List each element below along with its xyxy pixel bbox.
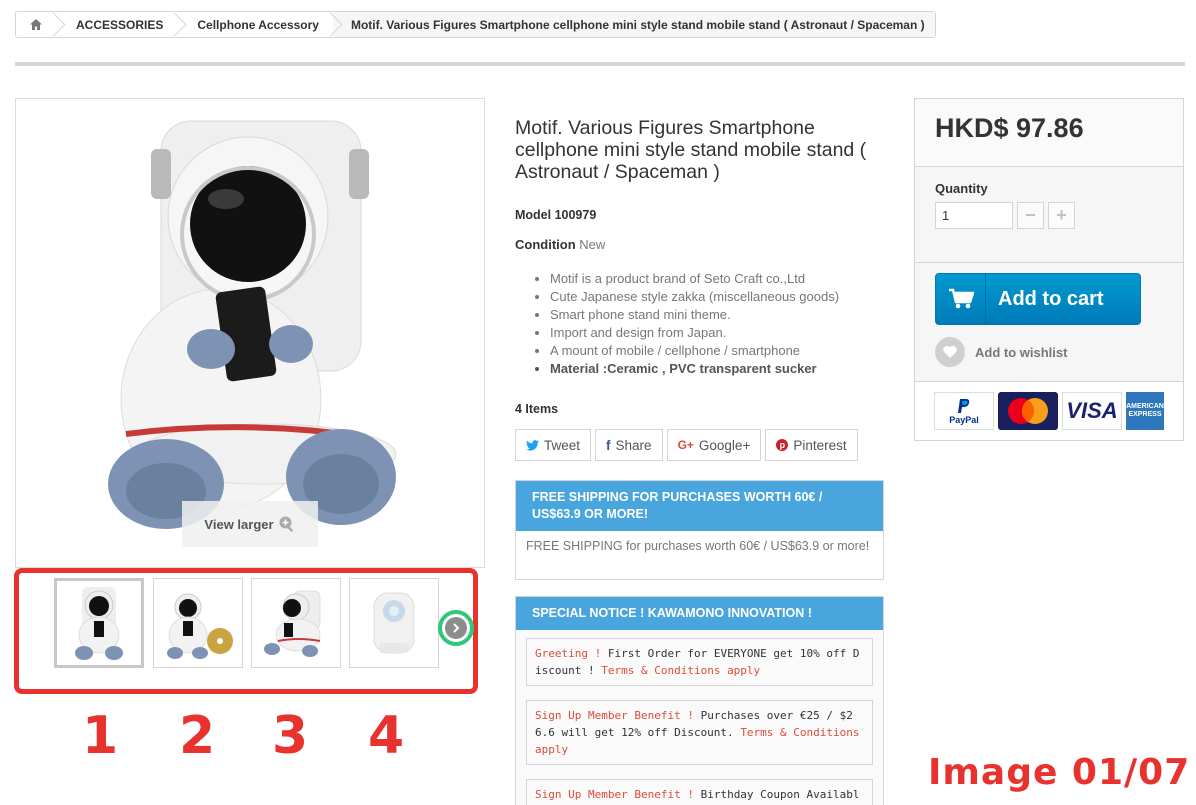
free-shipping-body: FREE SHIPPING for purchases worth 60€ / … bbox=[526, 539, 870, 553]
breadcrumb-accessories[interactable]: ACCESSORIES bbox=[56, 12, 178, 37]
thumbnail-number: 2 bbox=[179, 706, 216, 766]
quantity-stepper: − + bbox=[935, 202, 1163, 229]
google-plus-label: Google+ bbox=[698, 437, 751, 453]
wishlist-label: Add to wishlist bbox=[975, 344, 1068, 360]
visa-logo: VISA bbox=[1062, 392, 1122, 430]
condition-label: Condition bbox=[515, 237, 576, 252]
thumbnail-image bbox=[373, 592, 415, 654]
payment-methods: PayPal VISA AMERICAN EXPRESS bbox=[915, 382, 1183, 440]
product-title: Motif. Various Figures Smartphone cellph… bbox=[515, 117, 867, 183]
facebook-share-button[interactable]: f Share bbox=[595, 429, 663, 461]
mastercard-logo bbox=[998, 392, 1058, 430]
breadcrumb-label: Cellphone Accessory bbox=[197, 17, 319, 32]
terms-link[interactable]: Terms & Conditions apply bbox=[601, 664, 760, 677]
add-to-wishlist-link[interactable]: Add to wishlist bbox=[935, 337, 1067, 367]
free-shipping-heading: FREE SHIPPING FOR PURCHASES WORTH 60€ / … bbox=[516, 481, 883, 531]
condition-value: New bbox=[579, 237, 606, 252]
notice-card: Sign Up Member Benefit ! Birthday Coupon… bbox=[526, 779, 873, 805]
twitter-icon bbox=[526, 439, 539, 451]
thumbnail-number: 4 bbox=[368, 706, 405, 766]
quantity-label: Quantity bbox=[935, 181, 988, 196]
pinterest-label: Pinterest bbox=[793, 437, 847, 453]
tweet-label: Tweet bbox=[544, 437, 581, 453]
add-to-cart-label: Add to cart bbox=[998, 287, 1104, 310]
notice-highlight: Greeting ! bbox=[535, 647, 602, 660]
product-model: Model 100979 bbox=[515, 208, 597, 222]
facebook-label: Share bbox=[615, 437, 652, 453]
paypal-label: PayPal bbox=[949, 415, 979, 425]
share-buttons: Tweet f Share G+ Google+ p Pinterest bbox=[515, 429, 858, 461]
feature-item: A mount of mobile / cellphone / smartpho… bbox=[550, 342, 890, 360]
view-larger-label: View larger bbox=[204, 516, 274, 532]
notice-highlight: Sign Up Member Benefit ! bbox=[535, 788, 694, 801]
pinterest-icon: p bbox=[776, 439, 789, 451]
quantity-area: Quantity − + bbox=[915, 167, 1183, 263]
thumbnail-number: 1 bbox=[82, 706, 119, 766]
main-product-image[interactable] bbox=[15, 98, 485, 568]
feature-item: Smart phone stand mini theme. bbox=[550, 306, 890, 324]
heart-icon bbox=[935, 337, 965, 367]
free-shipping-panel: FREE SHIPPING FOR PURCHASES WORTH 60€ / … bbox=[515, 480, 884, 580]
view-larger-button[interactable]: View larger bbox=[182, 501, 318, 547]
special-notice-body: Greeting ! First Order for EVERYONE get … bbox=[516, 630, 883, 805]
chevron-right-icon bbox=[445, 617, 467, 639]
feature-item: Material :Ceramic , PVC transparent suck… bbox=[550, 360, 890, 378]
cart-area: Add to cart Add to wishlist bbox=[915, 263, 1183, 382]
product-price: HKD$ 97.86 bbox=[935, 113, 1084, 143]
pinterest-button[interactable]: p Pinterest bbox=[765, 429, 858, 461]
notice-card: Sign Up Member Benefit ! Purchases over … bbox=[526, 700, 873, 765]
thumbnail-1[interactable] bbox=[54, 578, 144, 668]
feature-item: Import and design from Japan. bbox=[550, 324, 890, 342]
feature-item: Cute Japanese style zakka (miscellaneous… bbox=[550, 288, 890, 306]
divider bbox=[15, 62, 1185, 66]
home-link[interactable] bbox=[16, 12, 56, 37]
special-notice-panel: SPECIAL NOTICE ! KAWAMONO INNOVATION ! G… bbox=[515, 596, 884, 805]
facebook-icon: f bbox=[606, 437, 611, 453]
astronaut-figure-image bbox=[16, 99, 484, 567]
image-counter-caption: Image 01/07 bbox=[928, 752, 1191, 793]
quantity-decrease-button[interactable]: − bbox=[1017, 202, 1044, 229]
quantity-input[interactable] bbox=[935, 202, 1013, 229]
tweet-button[interactable]: Tweet bbox=[515, 429, 592, 461]
thumbnail-2[interactable] bbox=[153, 578, 243, 668]
thumbnail-image bbox=[264, 590, 321, 657]
zoom-in-icon bbox=[279, 516, 293, 533]
quantity-increase-button[interactable]: + bbox=[1048, 202, 1075, 229]
breadcrumb-cellphone-accessory[interactable]: Cellphone Accessory bbox=[177, 12, 333, 37]
price-area: HKD$ 97.86 bbox=[915, 99, 1183, 167]
thumbnail-number: 3 bbox=[272, 706, 309, 766]
breadcrumb-label: ACCESSORIES bbox=[76, 17, 164, 32]
special-notice-heading: SPECIAL NOTICE ! KAWAMONO INNOVATION ! bbox=[516, 597, 883, 630]
breadcrumb-current: Motif. Various Figures Smartphone cellph… bbox=[332, 12, 935, 37]
notice-text: Birthday Coupon Availabl bbox=[693, 788, 860, 801]
paypal-logo: PayPal bbox=[934, 392, 994, 430]
google-plus-icon: G+ bbox=[677, 438, 694, 452]
paypal-icon bbox=[958, 399, 970, 413]
home-icon bbox=[30, 19, 42, 30]
thumbnail-4[interactable] bbox=[349, 578, 439, 668]
feature-item: Motif is a product brand of Seto Craft c… bbox=[550, 270, 890, 288]
thumbnail-image bbox=[75, 587, 123, 660]
feature-list: Motif is a product brand of Seto Craft c… bbox=[550, 270, 890, 378]
thumbnail-3[interactable] bbox=[251, 578, 341, 668]
plus-icon: + bbox=[1056, 205, 1067, 225]
thumbnail-next-button[interactable] bbox=[438, 610, 474, 646]
minus-icon: − bbox=[1025, 205, 1036, 225]
notice-highlight: Sign Up Member Benefit ! bbox=[535, 709, 694, 722]
add-to-cart-button[interactable]: Add to cart bbox=[935, 273, 1141, 325]
thumbnail-image bbox=[167, 593, 233, 659]
buy-box: HKD$ 97.86 Quantity − + Add to cart Add … bbox=[914, 98, 1184, 441]
breadcrumb: ACCESSORIES Cellphone Accessory Motif. V… bbox=[15, 11, 936, 38]
product-condition: Condition New bbox=[515, 237, 605, 252]
items-in-stock: 4 Items bbox=[515, 402, 559, 416]
cart-icon bbox=[936, 274, 986, 324]
google-plus-button[interactable]: G+ Google+ bbox=[666, 429, 762, 461]
breadcrumb-label: Motif. Various Figures Smartphone cellph… bbox=[350, 17, 925, 32]
amex-logo: AMERICAN EXPRESS bbox=[1126, 392, 1164, 430]
notice-card: Greeting ! First Order for EVERYONE get … bbox=[526, 638, 873, 686]
